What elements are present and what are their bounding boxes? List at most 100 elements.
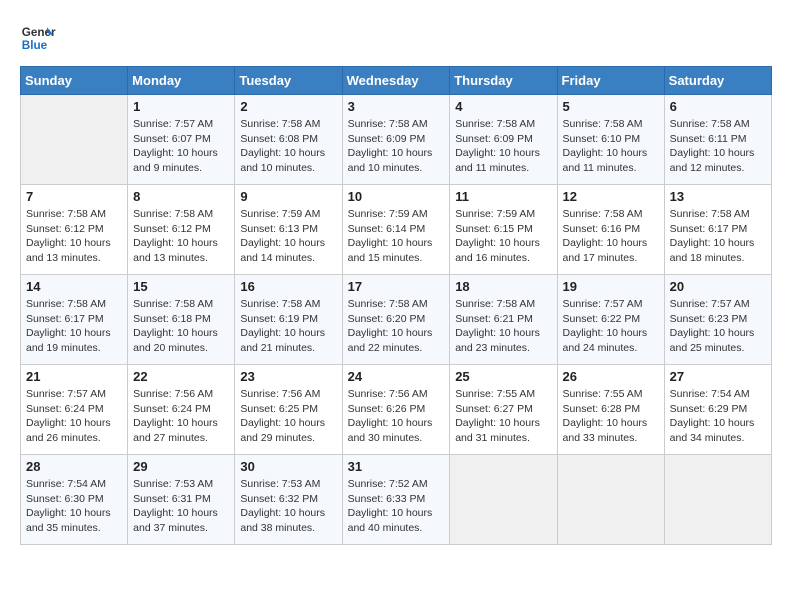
column-header-monday: Monday	[128, 67, 235, 95]
day-info: Sunrise: 7:58 AM Sunset: 6:21 PM Dayligh…	[455, 297, 551, 356]
day-cell: 25 Sunrise: 7:55 AM Sunset: 6:27 PM Dayli…	[450, 365, 557, 455]
day-cell: 6 Sunrise: 7:58 AM Sunset: 6:11 PM Daylig…	[664, 95, 771, 185]
day-cell: 30 Sunrise: 7:53 AM Sunset: 6:32 PM Dayli…	[235, 455, 342, 545]
day-cell: 29Sunrise: 7:53 AM Sunset: 6:31 PM Dayli…	[128, 455, 235, 545]
day-info: Sunrise: 7:58 AM Sunset: 6:17 PM Dayligh…	[670, 207, 766, 266]
day-cell: 18 Sunrise: 7:58 AM Sunset: 6:21 PM Dayli…	[450, 275, 557, 365]
day-cell: 31Sunrise: 7:52 AM Sunset: 6:33 PM Dayli…	[342, 455, 450, 545]
day-number: 29	[133, 459, 229, 474]
week-row-3: 14 Sunrise: 7:58 AM Sunset: 6:17 PM Dayli…	[21, 275, 772, 365]
day-number: 17	[348, 279, 445, 294]
day-number: 18	[455, 279, 551, 294]
day-number: 23	[240, 369, 336, 384]
day-info: Sunrise: 7:54 AM Sunset: 6:29 PM Dayligh…	[670, 387, 766, 446]
logo-icon: General Blue	[20, 20, 56, 56]
day-cell: 3 Sunrise: 7:58 AM Sunset: 6:09 PM Daylig…	[342, 95, 450, 185]
day-number: 27	[670, 369, 766, 384]
day-number: 15	[133, 279, 229, 294]
day-number: 24	[348, 369, 445, 384]
day-cell: 15 Sunrise: 7:58 AM Sunset: 6:18 PM Dayli…	[128, 275, 235, 365]
day-info: Sunrise: 7:58 AM Sunset: 6:17 PM Dayligh…	[26, 297, 122, 356]
day-number: 3	[348, 99, 445, 114]
day-info: Sunrise: 7:58 AM Sunset: 6:11 PM Dayligh…	[670, 117, 766, 176]
day-cell: 16 Sunrise: 7:58 AM Sunset: 6:19 PM Dayli…	[235, 275, 342, 365]
day-cell: 11Sunrise: 7:59 AM Sunset: 6:15 PM Dayli…	[450, 185, 557, 275]
day-cell: 13 Sunrise: 7:58 AM Sunset: 6:17 PM Dayli…	[664, 185, 771, 275]
column-header-tuesday: Tuesday	[235, 67, 342, 95]
day-info: Sunrise: 7:58 AM Sunset: 6:09 PM Dayligh…	[348, 117, 445, 176]
day-cell: 12 Sunrise: 7:58 AM Sunset: 6:16 PM Dayli…	[557, 185, 664, 275]
day-info: Sunrise: 7:57 AM Sunset: 6:22 PM Dayligh…	[563, 297, 659, 356]
day-info: Sunrise: 7:57 AM Sunset: 6:24 PM Dayligh…	[26, 387, 122, 446]
day-number: 28	[26, 459, 122, 474]
day-cell: 7 Sunrise: 7:58 AM Sunset: 6:12 PM Daylig…	[21, 185, 128, 275]
column-header-wednesday: Wednesday	[342, 67, 450, 95]
day-number: 6	[670, 99, 766, 114]
day-number: 19	[563, 279, 659, 294]
day-info: Sunrise: 7:58 AM Sunset: 6:10 PM Dayligh…	[563, 117, 659, 176]
day-cell: 27 Sunrise: 7:54 AM Sunset: 6:29 PM Dayli…	[664, 365, 771, 455]
day-number: 30	[240, 459, 336, 474]
day-cell: 14 Sunrise: 7:58 AM Sunset: 6:17 PM Dayli…	[21, 275, 128, 365]
day-info: Sunrise: 7:58 AM Sunset: 6:08 PM Dayligh…	[240, 117, 336, 176]
day-number: 5	[563, 99, 659, 114]
day-number: 21	[26, 369, 122, 384]
week-row-4: 21 Sunrise: 7:57 AM Sunset: 6:24 PM Dayli…	[21, 365, 772, 455]
day-number: 8	[133, 189, 229, 204]
day-info: Sunrise: 7:59 AM Sunset: 6:13 PM Dayligh…	[240, 207, 336, 266]
calendar-header-row: SundayMondayTuesdayWednesdayThursdayFrid…	[21, 67, 772, 95]
day-cell: 4Sunrise: 7:58 AM Sunset: 6:09 PM Daylig…	[450, 95, 557, 185]
column-header-thursday: Thursday	[450, 67, 557, 95]
day-cell: 20Sunrise: 7:57 AM Sunset: 6:23 PM Dayli…	[664, 275, 771, 365]
day-number: 14	[26, 279, 122, 294]
day-info: Sunrise: 7:58 AM Sunset: 6:12 PM Dayligh…	[26, 207, 122, 266]
day-number: 13	[670, 189, 766, 204]
day-info: Sunrise: 7:54 AM Sunset: 6:30 PM Dayligh…	[26, 477, 122, 536]
day-cell	[557, 455, 664, 545]
day-cell: 17 Sunrise: 7:58 AM Sunset: 6:20 PM Dayli…	[342, 275, 450, 365]
day-info: Sunrise: 7:55 AM Sunset: 6:28 PM Dayligh…	[563, 387, 659, 446]
column-header-sunday: Sunday	[21, 67, 128, 95]
day-info: Sunrise: 7:56 AM Sunset: 6:26 PM Dayligh…	[348, 387, 445, 446]
day-info: Sunrise: 7:58 AM Sunset: 6:12 PM Dayligh…	[133, 207, 229, 266]
day-number: 12	[563, 189, 659, 204]
day-cell: 8 Sunrise: 7:58 AM Sunset: 6:12 PM Daylig…	[128, 185, 235, 275]
day-info: Sunrise: 7:58 AM Sunset: 6:20 PM Dayligh…	[348, 297, 445, 356]
day-cell: 9 Sunrise: 7:59 AM Sunset: 6:13 PM Daylig…	[235, 185, 342, 275]
day-number: 31	[348, 459, 445, 474]
day-cell: 24 Sunrise: 7:56 AM Sunset: 6:26 PM Dayli…	[342, 365, 450, 455]
calendar-table: SundayMondayTuesdayWednesdayThursdayFrid…	[20, 66, 772, 545]
day-number: 20	[670, 279, 766, 294]
day-cell	[21, 95, 128, 185]
day-number: 10	[348, 189, 445, 204]
day-info: Sunrise: 7:55 AM Sunset: 6:27 PM Dayligh…	[455, 387, 551, 446]
week-row-2: 7 Sunrise: 7:58 AM Sunset: 6:12 PM Daylig…	[21, 185, 772, 275]
day-number: 1	[133, 99, 229, 114]
page-header: General Blue	[20, 20, 772, 56]
column-header-friday: Friday	[557, 67, 664, 95]
day-info: Sunrise: 7:57 AM Sunset: 6:07 PM Dayligh…	[133, 117, 229, 176]
day-info: Sunrise: 7:59 AM Sunset: 6:14 PM Dayligh…	[348, 207, 445, 266]
day-number: 2	[240, 99, 336, 114]
column-header-saturday: Saturday	[664, 67, 771, 95]
day-info: Sunrise: 7:58 AM Sunset: 6:19 PM Dayligh…	[240, 297, 336, 356]
day-cell: 2 Sunrise: 7:58 AM Sunset: 6:08 PM Daylig…	[235, 95, 342, 185]
day-cell: 23Sunrise: 7:56 AM Sunset: 6:25 PM Dayli…	[235, 365, 342, 455]
day-number: 4	[455, 99, 551, 114]
day-cell: 28 Sunrise: 7:54 AM Sunset: 6:30 PM Dayli…	[21, 455, 128, 545]
day-number: 16	[240, 279, 336, 294]
day-info: Sunrise: 7:58 AM Sunset: 6:16 PM Dayligh…	[563, 207, 659, 266]
day-info: Sunrise: 7:58 AM Sunset: 6:18 PM Dayligh…	[133, 297, 229, 356]
week-row-5: 28 Sunrise: 7:54 AM Sunset: 6:30 PM Dayli…	[21, 455, 772, 545]
logo: General Blue	[20, 20, 100, 56]
day-number: 7	[26, 189, 122, 204]
day-number: 9	[240, 189, 336, 204]
week-row-1: 1 Sunrise: 7:57 AM Sunset: 6:07 PM Daylig…	[21, 95, 772, 185]
day-cell: 22Sunrise: 7:56 AM Sunset: 6:24 PM Dayli…	[128, 365, 235, 455]
day-cell: 19 Sunrise: 7:57 AM Sunset: 6:22 PM Dayli…	[557, 275, 664, 365]
day-number: 25	[455, 369, 551, 384]
day-number: 11	[455, 189, 551, 204]
day-cell: 10 Sunrise: 7:59 AM Sunset: 6:14 PM Dayli…	[342, 185, 450, 275]
day-info: Sunrise: 7:53 AM Sunset: 6:32 PM Dayligh…	[240, 477, 336, 536]
day-cell: 5 Sunrise: 7:58 AM Sunset: 6:10 PM Daylig…	[557, 95, 664, 185]
